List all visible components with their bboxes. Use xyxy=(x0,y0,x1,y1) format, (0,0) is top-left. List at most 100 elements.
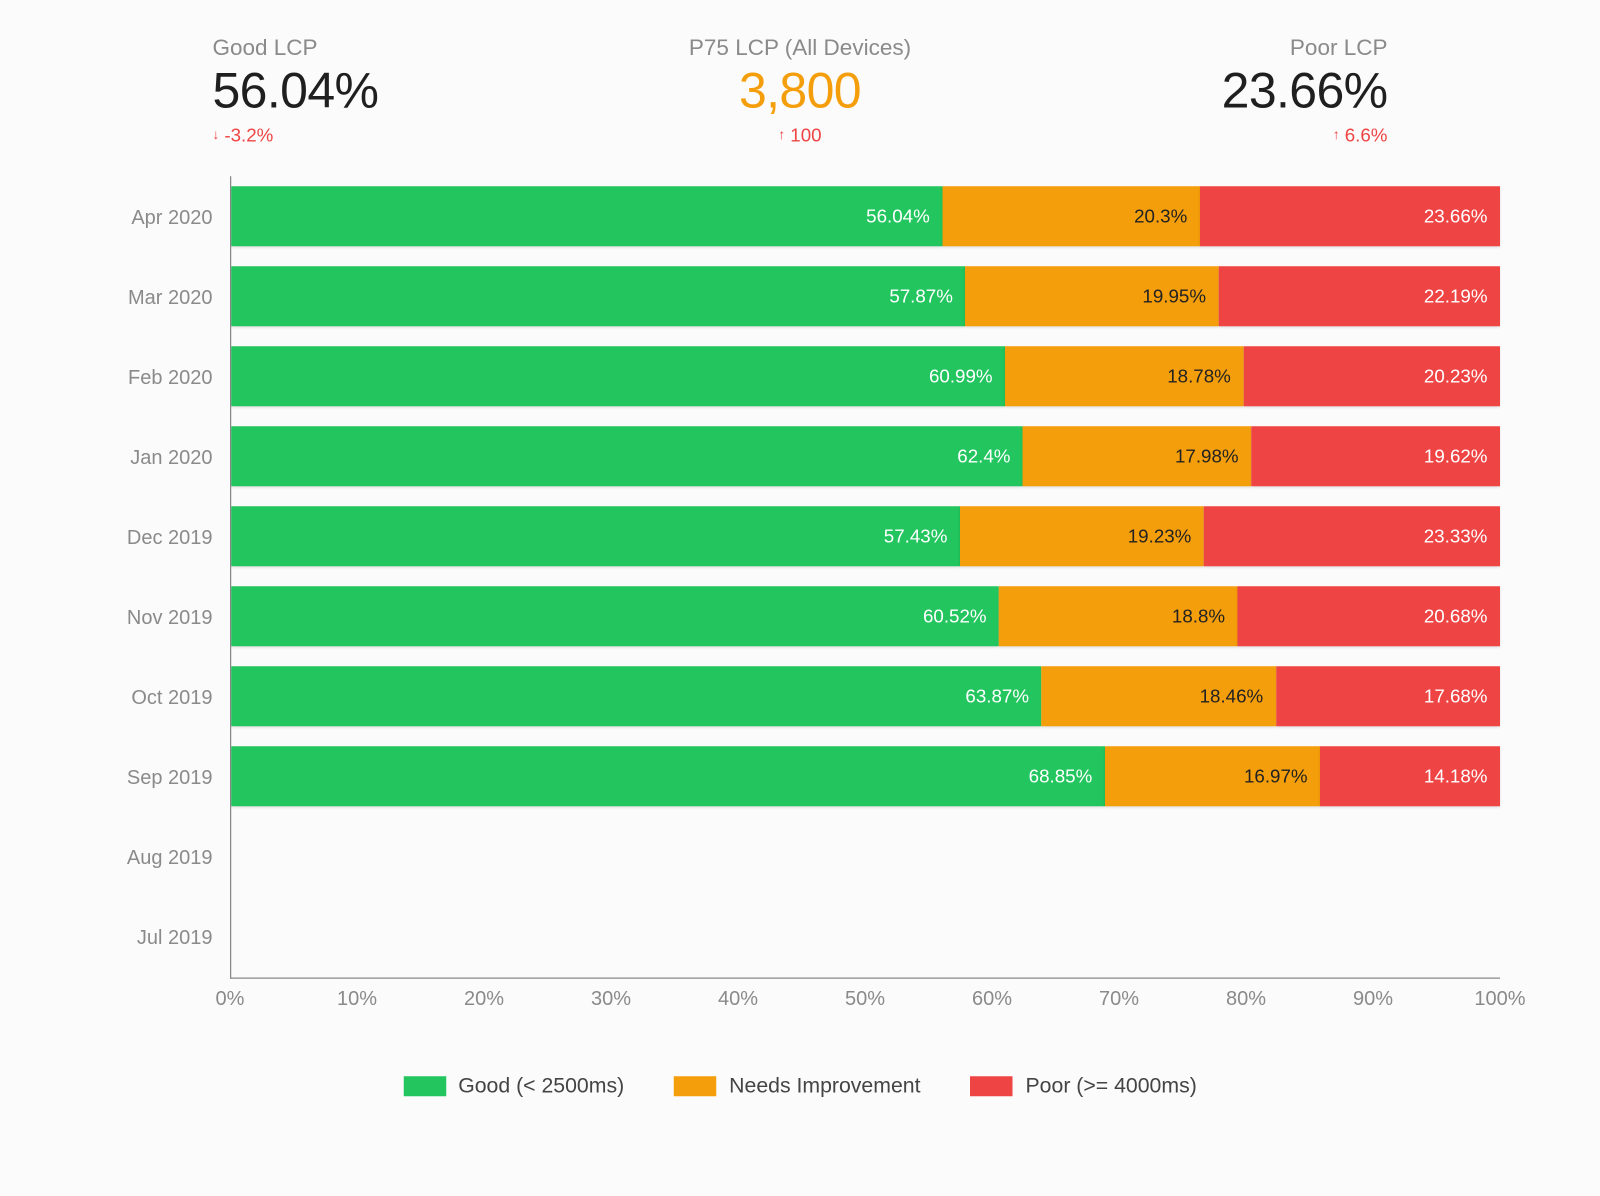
bar-segment-good: 60.52% xyxy=(231,586,999,646)
x-axis-tick: 70% xyxy=(1099,989,1139,1012)
metric-poor-lcp: Poor LCP 23.66% ↑ 6.6% xyxy=(1222,35,1388,146)
x-axis: 0%10%20%30%40%50%60%70%80%90%100% xyxy=(230,979,1500,1019)
y-axis-label: Mar 2020 xyxy=(100,259,230,339)
chart-row: 62.4% 17.98% 19.62% xyxy=(231,416,1500,496)
x-axis-tick: 80% xyxy=(1226,989,1266,1012)
bar-segment-need: 18.46% xyxy=(1042,666,1276,726)
y-axis-label: Jul 2019 xyxy=(100,899,230,979)
bar-segment-value: 20.3% xyxy=(1134,206,1187,227)
y-axis-label: Aug 2019 xyxy=(100,819,230,899)
stacked-bar: 60.99% 18.78% 20.23% xyxy=(231,346,1500,406)
metric-p75-lcp: P75 LCP (All Devices) 3,800 ↑ 100 xyxy=(689,35,911,146)
bar-segment-good: 63.87% xyxy=(231,666,1041,726)
legend-label: Good (< 2500ms) xyxy=(458,1074,624,1099)
y-axis-label: Jan 2020 xyxy=(100,419,230,499)
x-axis-tick: 0% xyxy=(216,989,245,1012)
y-axis-label: Oct 2019 xyxy=(100,659,230,739)
bar-segment-need: 20.3% xyxy=(942,186,1200,246)
chart-legend: Good (< 2500ms) Needs Improvement Poor (… xyxy=(100,1074,1500,1099)
plot-area: 56.04%20.3%23.66%57.87%19.95%22.19%60.99… xyxy=(230,176,1500,979)
bar-segment-value: 19.23% xyxy=(1128,526,1192,547)
stacked-bar: 57.43% 19.23% 23.33% xyxy=(231,506,1500,566)
bar-segment-value: 18.8% xyxy=(1172,606,1225,627)
chart-row xyxy=(231,896,1500,976)
chart-row: 68.85% 16.97% 14.18% xyxy=(231,736,1500,816)
swatch-icon xyxy=(971,1076,1014,1096)
bar-segment-need: 18.8% xyxy=(999,586,1238,646)
arrow-down-icon: ↓ xyxy=(213,129,220,143)
bar-segment-poor: 17.68% xyxy=(1276,666,1500,726)
bar-segment-poor: 20.23% xyxy=(1243,346,1500,406)
chart-row: 63.87% 18.46% 17.68% xyxy=(231,656,1500,736)
x-axis-tick: 100% xyxy=(1474,989,1525,1012)
bar-segment-value: 18.78% xyxy=(1167,366,1231,387)
swatch-icon xyxy=(403,1076,446,1096)
bar-segment-poor: 14.18% xyxy=(1320,746,1500,806)
bar-segment-good: 62.4% xyxy=(231,426,1023,486)
metric-delta: ↓ -3.2% xyxy=(213,125,274,146)
chart-row: 60.99% 18.78% 20.23% xyxy=(231,336,1500,416)
stacked-bar: 60.52% 18.8% 20.68% xyxy=(231,586,1500,646)
legend-item-needs-improvement: Needs Improvement xyxy=(674,1074,920,1099)
metric-value: 56.04% xyxy=(213,64,379,120)
chart-row xyxy=(231,816,1500,896)
y-axis-label: Nov 2019 xyxy=(100,579,230,659)
metric-delta-value: 100 xyxy=(790,125,821,146)
lcp-dashboard: Good LCP 56.04% ↓ -3.2% P75 LCP (All Dev… xyxy=(0,0,1600,1196)
y-axis-label: Sep 2019 xyxy=(100,739,230,819)
x-axis-tick: 40% xyxy=(718,989,758,1012)
swatch-icon xyxy=(674,1076,717,1096)
lcp-stacked-bar-chart: Apr 2020Mar 2020Feb 2020Jan 2020Dec 2019… xyxy=(100,176,1500,979)
stacked-bar: 63.87% 18.46% 17.68% xyxy=(231,666,1500,726)
chart-row: 56.04% 20.3% 23.66% xyxy=(231,176,1500,256)
bar-segment-need: 19.23% xyxy=(960,506,1204,566)
bar-segment-good: 57.43% xyxy=(231,506,960,566)
x-axis-tick: 10% xyxy=(337,989,377,1012)
x-axis-tick: 30% xyxy=(591,989,631,1012)
bar-segment-poor: 19.62% xyxy=(1251,426,1500,486)
metric-label: P75 LCP (All Devices) xyxy=(689,35,911,61)
x-axis-tick: 60% xyxy=(972,989,1012,1012)
bar-segment-value: 60.99% xyxy=(929,366,993,387)
bar-segment-value: 19.62% xyxy=(1424,446,1488,467)
chart-rows: 56.04%20.3%23.66%57.87%19.95%22.19%60.99… xyxy=(231,176,1500,976)
bar-segment-value: 17.68% xyxy=(1424,686,1488,707)
chart-row: 57.43% 19.23% 23.33% xyxy=(231,496,1500,576)
metric-delta: ↑ 6.6% xyxy=(1333,125,1388,146)
bar-segment-need: 19.95% xyxy=(965,266,1218,326)
legend-item-good: Good (< 2500ms) xyxy=(403,1074,624,1099)
bar-segment-need: 18.78% xyxy=(1005,346,1243,406)
metric-delta: ↑ 100 xyxy=(778,125,821,146)
bar-segment-good: 60.99% xyxy=(231,346,1005,406)
bar-segment-need: 17.98% xyxy=(1023,426,1251,486)
metric-label: Good LCP xyxy=(213,35,318,61)
bar-segment-value: 22.19% xyxy=(1424,286,1488,307)
bar-segment-value: 14.18% xyxy=(1424,766,1488,787)
legend-label: Poor (>= 4000ms) xyxy=(1026,1074,1197,1099)
bar-segment-value: 16.97% xyxy=(1244,766,1308,787)
legend-label: Needs Improvement xyxy=(729,1074,920,1099)
y-axis-label: Dec 2019 xyxy=(100,499,230,579)
bar-segment-value: 60.52% xyxy=(923,606,987,627)
bar-segment-need: 16.97% xyxy=(1105,746,1320,806)
chart-row: 60.52% 18.8% 20.68% xyxy=(231,576,1500,656)
bar-segment-value: 23.33% xyxy=(1424,526,1488,547)
x-axis-tick: 50% xyxy=(845,989,885,1012)
bar-segment-value: 68.85% xyxy=(1029,766,1093,787)
bar-segment-value: 62.4% xyxy=(957,446,1010,467)
bar-segment-value: 18.46% xyxy=(1200,686,1264,707)
bar-segment-value: 20.68% xyxy=(1424,606,1488,627)
bar-segment-value: 57.43% xyxy=(884,526,948,547)
bar-segment-value: 63.87% xyxy=(965,686,1029,707)
bar-segment-good: 56.04% xyxy=(231,186,942,246)
y-axis-label: Apr 2020 xyxy=(100,179,230,259)
bar-segment-value: 23.66% xyxy=(1424,206,1488,227)
stacked-bar: 57.87%19.95%22.19% xyxy=(231,266,1500,326)
bar-segment-poor: 22.19% xyxy=(1218,266,1500,326)
bar-segment-good: 68.85% xyxy=(231,746,1105,806)
arrow-up-icon: ↑ xyxy=(1333,129,1340,143)
y-axis-label: Feb 2020 xyxy=(100,339,230,419)
bar-segment-value: 17.98% xyxy=(1175,446,1239,467)
metric-value: 23.66% xyxy=(1222,64,1388,120)
metric-label: Poor LCP xyxy=(1290,35,1388,61)
